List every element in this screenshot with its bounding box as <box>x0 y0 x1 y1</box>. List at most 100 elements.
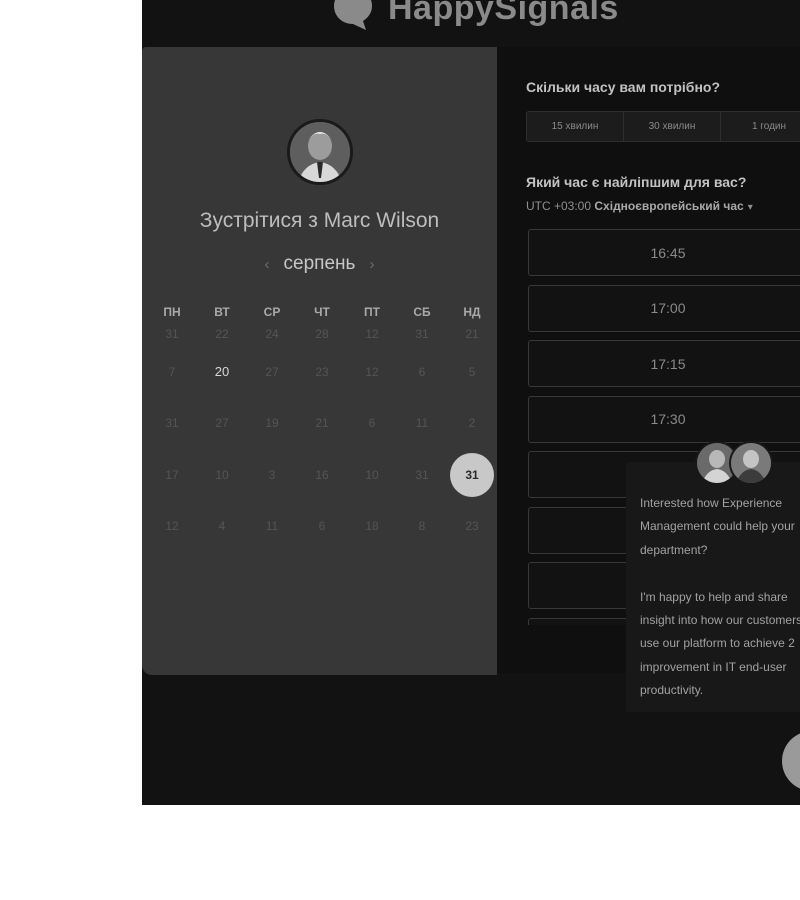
calendar-day[interactable]: 27 <box>197 398 247 450</box>
time-slot[interactable]: 17:30 <box>528 395 800 443</box>
calendar-day[interactable]: 21 <box>297 398 347 450</box>
happysignals-logo-icon <box>334 0 372 30</box>
calendar-day[interactable]: 12 <box>347 327 397 346</box>
time-slot[interactable]: 17:00 <box>528 284 800 332</box>
calendar-day[interactable]: 12 <box>347 346 397 398</box>
calendar-day[interactable]: 2 <box>447 398 497 450</box>
calendar-day-number: 2 <box>468 416 476 431</box>
calendar-day[interactable]: 23 <box>297 346 347 398</box>
calendar-day-number: 18 <box>365 519 379 534</box>
calendar-day-number: 11 <box>415 416 429 431</box>
calendar-day-number: 23 <box>315 364 329 379</box>
meeting-title-prefix: Зустрітися з <box>199 209 318 232</box>
calendar-day[interactable]: 31 <box>397 449 447 501</box>
calendar-day[interactable]: 11 <box>247 501 297 553</box>
calendar-day-number: 31 <box>450 452 494 497</box>
weekday-header: ПН ВТ СР ЧТ ПТ СБ НД <box>147 305 497 327</box>
calendar-day[interactable]: 24 <box>247 327 297 346</box>
agent-photo-icon <box>731 443 771 483</box>
calendar-day-number: 21 <box>465 327 479 341</box>
agent-avatar <box>729 441 773 485</box>
calendar-day-number: 6 <box>418 364 426 379</box>
calendar-day[interactable]: 28 <box>297 327 347 346</box>
chevron-left-icon[interactable]: ‹ <box>265 256 270 273</box>
calendar-day[interactable]: 10 <box>197 449 247 501</box>
weekday-label: ПТ <box>364 305 380 319</box>
weekday-label: ПН <box>163 305 181 319</box>
brand-logo[interactable]: HappySignals <box>332 0 619 30</box>
calendar-day-number: 8 <box>418 519 426 534</box>
calendar-day-number: 5 <box>468 364 476 379</box>
calendar-day[interactable]: 23 <box>447 501 497 553</box>
calendar-day[interactable]: 31 <box>147 327 197 346</box>
calendar-day-number: 27 <box>265 364 279 379</box>
calendar-week: 12 4 11 6 18 8 23 <box>147 501 497 553</box>
weekday-label: НД <box>463 305 481 319</box>
time-slot[interactable]: 16:45 <box>528 229 800 276</box>
calendar-day[interactable]: 18 <box>347 501 397 553</box>
page-frame: HappySignals Зустрітися з Marc Wilson ‹ … <box>142 0 800 805</box>
calendar-week: 7 20 27 23 12 6 5 <box>147 346 497 398</box>
calendar-day[interactable]: 20 <box>197 346 247 398</box>
calendar-day[interactable]: 3 <box>247 449 297 501</box>
calendar-day[interactable]: 16 <box>297 449 347 501</box>
calendar-day-number: 24 <box>265 327 279 341</box>
calendar-day[interactable]: 19 <box>247 398 297 450</box>
calendar-day[interactable]: 31 <box>397 327 447 346</box>
calendar-day-number: 23 <box>465 519 479 534</box>
calendar-day-number: 10 <box>365 467 379 482</box>
host-avatar <box>287 119 353 185</box>
calendar-day[interactable]: 6 <box>297 501 347 553</box>
calendar-day[interactable]: 4 <box>197 501 247 553</box>
chat-message-body: I'm happy to help and share insight into… <box>640 589 800 698</box>
calendar-day-number: 3 <box>268 467 276 482</box>
duration-option-15[interactable]: 15 хвилин <box>527 112 624 141</box>
timezone-name: Східноєвропейський час <box>594 199 744 213</box>
calendar-day[interactable]: 27 <box>247 346 297 398</box>
chat-launcher-button[interactable] <box>782 731 800 791</box>
calendar-day[interactable]: 22 <box>197 327 247 346</box>
calendar-day[interactable]: 10 <box>347 449 397 501</box>
calendar-week: 31 22 24 28 12 31 21 <box>147 327 497 346</box>
month-navigation: ‹ серпень › <box>142 253 497 275</box>
calendar-day[interactable]: 31 <box>147 398 197 450</box>
timezone-selector[interactable]: UTC +03:00 Східноєвропейський час ▾ <box>526 199 753 213</box>
duration-selector: 15 хвилин 30 хвилин 1 годин <box>526 111 800 142</box>
host-photo-icon <box>290 122 350 182</box>
calendar-day[interactable]: 6 <box>397 346 447 398</box>
calendar-day[interactable]: 21 <box>447 327 497 346</box>
calendar-day-number: 17 <box>165 467 179 482</box>
duration-question: Скільки часу вам потрібно? <box>526 79 721 95</box>
calendar-day[interactable]: 31 <box>447 449 497 501</box>
calendar-day[interactable]: 12 <box>147 501 197 553</box>
calendar-day[interactable]: 7 <box>147 346 197 398</box>
calendar-day[interactable]: 17 <box>147 449 197 501</box>
calendar-day-number: 6 <box>318 519 326 534</box>
chat-message: Interested how Experience Management cou… <box>640 492 800 726</box>
calendar-days: 31 22 24 28 12 31 21 7 20 27 23 12 6 5 31 27 19 21 6 11 2 17 1… <box>147 327 497 552</box>
calendar-day-number: 20 <box>214 364 230 380</box>
calendar-day-number: 21 <box>315 416 329 431</box>
calendar-day[interactable]: 8 <box>397 501 447 553</box>
duration-option-60[interactable]: 1 годин <box>721 112 800 141</box>
duration-option-30[interactable]: 30 хвилин <box>624 112 721 141</box>
calendar-day-number: 28 <box>315 327 329 341</box>
calendar-day-number: 19 <box>265 416 279 431</box>
calendar-day-number: 4 <box>218 519 226 534</box>
weekday-label: СБ <box>413 305 431 319</box>
chevron-right-icon[interactable]: › <box>369 256 374 273</box>
calendar-day[interactable]: 6 <box>347 398 397 450</box>
chat-popup[interactable]: Interested how Experience Management cou… <box>626 462 800 712</box>
calendar-day-number: 10 <box>215 467 229 482</box>
weekday-label: ЧТ <box>314 305 330 319</box>
calendar-grid: ПН ВТ СР ЧТ ПТ СБ НД 31 22 24 28 12 31 21 7 20 27… <box>147 305 497 552</box>
calendar-day[interactable]: 11 <box>397 398 447 450</box>
calendar-day-number: 12 <box>165 519 179 534</box>
calendar-day-number: 12 <box>365 364 379 379</box>
weekday-label: СР <box>263 305 281 319</box>
time-slot[interactable]: 17:15 <box>528 340 800 387</box>
calendar-day-number: 22 <box>215 327 229 341</box>
calendar-day[interactable]: 5 <box>447 346 497 398</box>
timezone-offset: UTC +03:00 <box>526 199 592 213</box>
caret-down-icon: ▾ <box>747 202 753 213</box>
